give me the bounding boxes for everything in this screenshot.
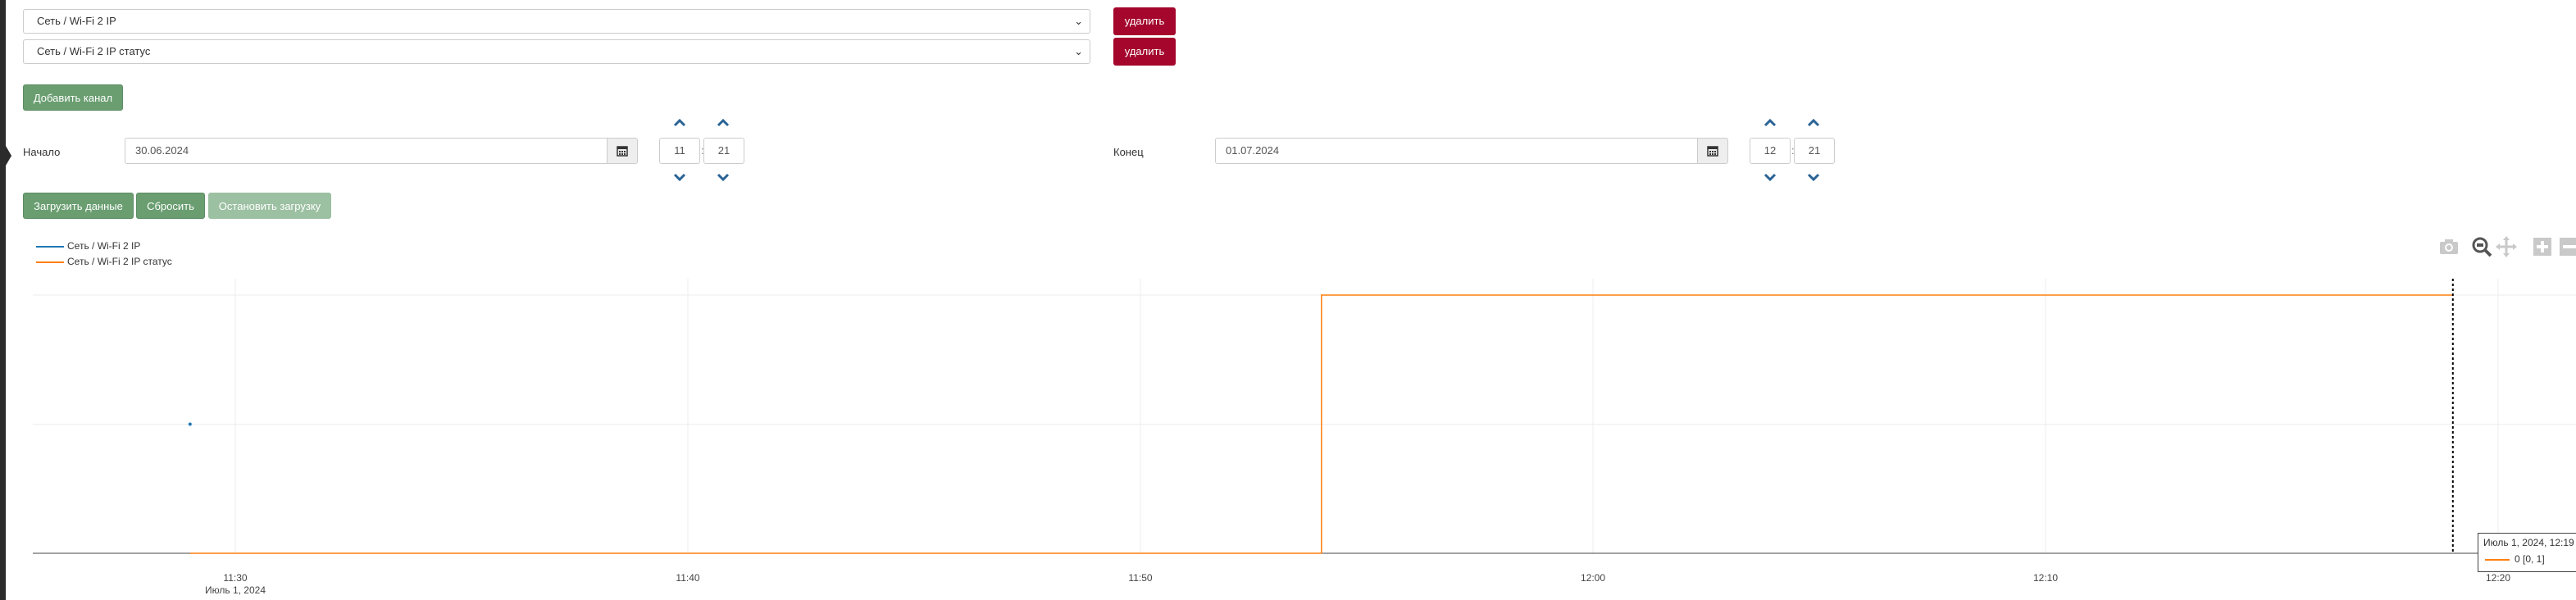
zoom-icon[interactable] [2469, 234, 2494, 259]
legend-swatch-status [36, 261, 64, 263]
camera-icon[interactable] [2437, 234, 2461, 259]
x-tick-label: 11:50 [1128, 572, 1152, 584]
legend-item-ip[interactable]: Сеть / Wi-Fi 2 IP [67, 240, 140, 252]
x-tick-label: 12:10 [2033, 572, 2058, 584]
hover-tooltip-title: Июль 1, 2024, 12:19 [2483, 537, 2574, 548]
hover-tooltip: Июль 1, 2024, 12:19 0 [0, 1] [2478, 533, 2576, 572]
data-point-ip [188, 422, 192, 426]
hover-tooltip-value: 0 [0, 1] [2515, 553, 2545, 565]
legend-swatch-ip [36, 246, 64, 248]
x-axis-date-label: Июль 1, 2024 [205, 584, 266, 596]
x-tick-label: 12:00 [1581, 572, 1605, 584]
chart-canvas[interactable]: 11:30 11:40 11:50 12:00 12:10 12:20Июль 1, 20… [0, 0, 2576, 600]
legend-item-status[interactable]: Сеть / Wi-Fi 2 IP статус [67, 256, 172, 267]
zoom-out-icon[interactable] [2556, 234, 2576, 259]
hover-tooltip-swatch [2485, 559, 2510, 561]
x-tick-label: 11:30 [223, 572, 247, 584]
zoom-in-icon[interactable] [2530, 234, 2555, 259]
x-tick-label: 12:20 [2486, 572, 2510, 584]
pan-icon[interactable] [2494, 234, 2519, 259]
x-tick-label: 11:40 [676, 572, 699, 584]
